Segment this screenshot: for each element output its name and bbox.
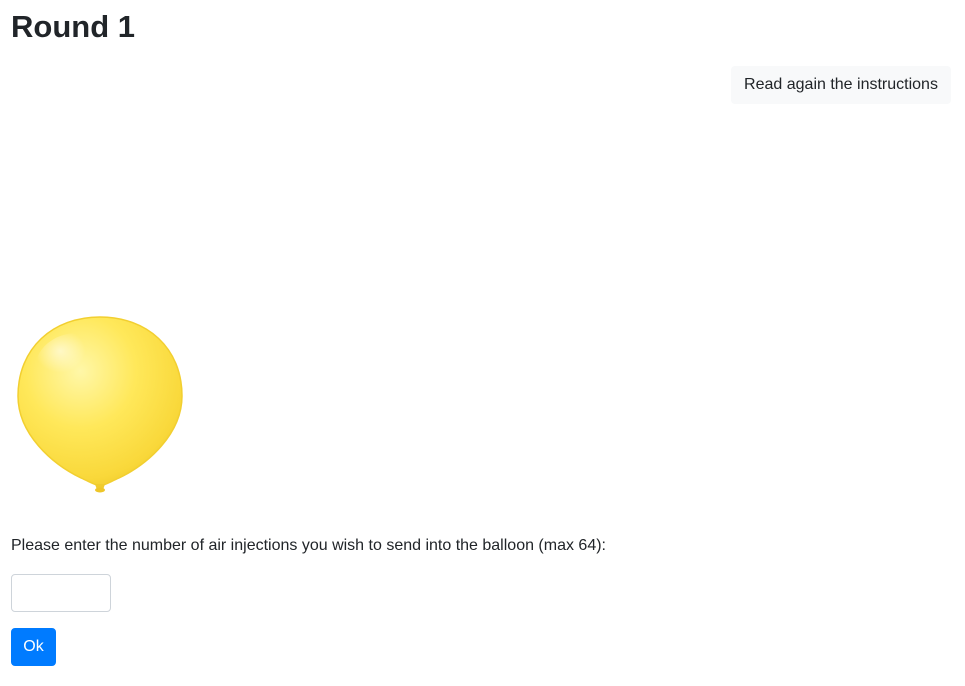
injections-prompt-label: Please enter the number of air injection… [11, 537, 606, 554]
read-instructions-button[interactable]: Read again the instructions [731, 66, 951, 104]
page-title: Round 1 [11, 9, 135, 44]
page: Round 1 Read again the instructions Plea… [0, 0, 965, 686]
balloon-icon [15, 314, 185, 494]
ok-button[interactable]: Ok [11, 628, 56, 666]
injections-input[interactable] [11, 574, 111, 612]
